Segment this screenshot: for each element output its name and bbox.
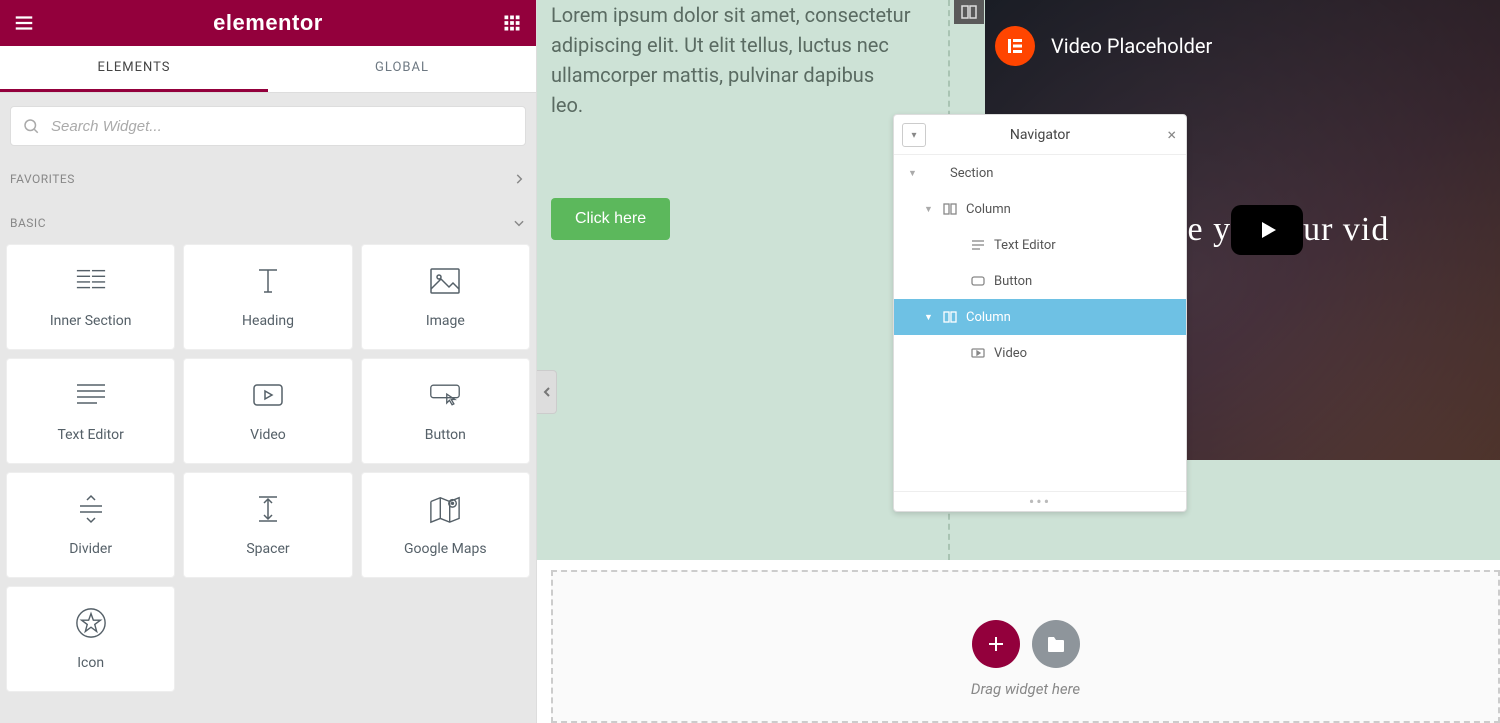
navigator-header[interactable]: ▾ Navigator × (894, 115, 1186, 155)
add-template-button[interactable] (1032, 620, 1080, 668)
navigator-item-video[interactable]: ▼ Video (894, 335, 1186, 371)
widget-label: Icon (77, 655, 104, 671)
widget-grid: Inner Section Heading Image Text Editor … (0, 244, 536, 702)
widget-label: Image (426, 313, 465, 329)
widget-divider[interactable]: Divider (6, 472, 175, 578)
navigator-panel[interactable]: ▾ Navigator × ▼ Section ▼ Column ▼ Text … (893, 114, 1187, 512)
widget-label: Spacer (246, 541, 289, 557)
navigator-tree: ▼ Section ▼ Column ▼ Text Editor ▼ Butto… (894, 155, 1186, 371)
navigator-title: Navigator (1010, 127, 1070, 143)
inner-section-icon (75, 265, 107, 297)
heading-icon (252, 265, 284, 297)
navigator-item-label: Column (966, 202, 1011, 217)
navigator-item-column-selected[interactable]: ▼ Column (894, 299, 1186, 335)
chevron-down-icon (512, 216, 526, 230)
widget-button[interactable]: Button (361, 358, 530, 464)
text-editor-content[interactable]: Lorem ipsum dolor sit amet, consectetur … (551, 0, 911, 120)
navigator-item-text-editor[interactable]: ▼ Text Editor (894, 227, 1186, 263)
elementor-logo: elementor (213, 10, 323, 36)
widget-icon[interactable]: Icon (6, 586, 175, 692)
widget-heading[interactable]: Heading (183, 244, 352, 350)
panel-header: elementor (0, 0, 536, 46)
column-icon (942, 203, 958, 215)
navigator-item-section[interactable]: ▼ Section (894, 155, 1186, 191)
search-input[interactable] (10, 106, 526, 146)
video-overlay-text-right: ur vid (1303, 211, 1389, 249)
navigator-item-label: Section (950, 166, 993, 181)
widget-label: Google Maps (404, 541, 487, 557)
close-icon[interactable]: × (1167, 125, 1176, 144)
widget-image[interactable]: Image (361, 244, 530, 350)
navigator-item-label: Column (966, 310, 1011, 325)
chevron-right-icon (512, 172, 526, 186)
widget-spacer[interactable]: Spacer (183, 472, 352, 578)
play-button-icon[interactable] (1231, 205, 1303, 255)
caret-down-icon: ▼ (924, 312, 934, 323)
navigator-item-label: Text Editor (994, 238, 1056, 253)
navigator-item-label: Video (994, 346, 1027, 361)
widget-google-maps[interactable]: Google Maps (361, 472, 530, 578)
image-icon (429, 265, 461, 297)
section-basic-label: BASIC (10, 216, 46, 230)
navigator-item-label: Button (994, 274, 1032, 289)
widgets-panel: elementor ELEMENTS GLOBAL FAVORITES BASI… (0, 0, 537, 723)
section-favorites[interactable]: FAVORITES (0, 156, 536, 200)
add-section-button[interactable] (972, 620, 1020, 668)
spacer-icon (252, 493, 284, 525)
video-small-icon (970, 348, 986, 358)
column-icon (942, 311, 958, 323)
click-here-button[interactable]: Click here (551, 198, 670, 240)
star-icon (75, 607, 107, 639)
map-icon (429, 493, 461, 525)
search-widget (10, 106, 526, 146)
add-section-dropzone[interactable]: Drag widget here (551, 570, 1500, 723)
section-favorites-label: FAVORITES (10, 172, 75, 186)
navigator-item-button[interactable]: ▼ Button (894, 263, 1186, 299)
widget-label: Inner Section (50, 313, 132, 329)
video-icon (252, 379, 284, 411)
widget-text-editor[interactable]: Text Editor (6, 358, 175, 464)
divider-icon (75, 493, 107, 525)
widget-inner-section[interactable]: Inner Section (6, 244, 175, 350)
text-editor-icon (75, 379, 107, 411)
widget-video[interactable]: Video (183, 358, 352, 464)
section-basic[interactable]: BASIC (0, 200, 536, 244)
widget-label: Divider (69, 541, 112, 557)
widget-label: Button (425, 427, 466, 443)
button-icon (429, 379, 461, 411)
tab-elements[interactable]: ELEMENTS (0, 46, 268, 92)
widget-label: Video (250, 427, 286, 443)
column-handle[interactable] (954, 0, 984, 24)
navigator-resize-handle[interactable]: ••• (894, 491, 1186, 511)
search-icon (22, 117, 40, 135)
hamburger-menu-icon[interactable] (10, 9, 38, 37)
text-icon (970, 239, 986, 251)
caret-down-icon: ▼ (908, 168, 918, 179)
widget-label: Heading (242, 313, 294, 329)
navigator-collapse-all-icon[interactable]: ▾ (902, 123, 926, 147)
dropzone-hint: Drag widget here (971, 680, 1080, 698)
tab-global[interactable]: GLOBAL (268, 46, 536, 92)
navigator-item-column[interactable]: ▼ Column (894, 191, 1186, 227)
widget-label: Text Editor (57, 427, 123, 443)
panel-collapse-handle[interactable] (537, 370, 557, 414)
panel-tabs: ELEMENTS GLOBAL (0, 46, 536, 93)
button-small-icon (970, 276, 986, 286)
caret-down-icon: ▼ (924, 204, 934, 215)
apps-grid-icon[interactable] (498, 9, 526, 37)
